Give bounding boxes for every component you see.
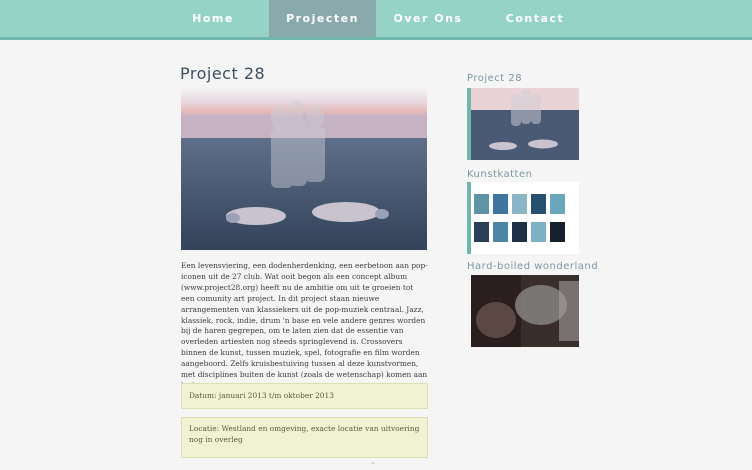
date-info-box: Datum: januari 2013 t/m oktober 2013	[181, 383, 428, 409]
main-navigation: Home Projecten Over Ons Contact	[0, 0, 752, 40]
project-hero-image	[181, 88, 427, 250]
nav-projecten[interactable]: Projecten	[269, 0, 376, 37]
sidebar-thumb-project-28[interactable]	[471, 88, 579, 160]
nav-home[interactable]: Home	[170, 0, 256, 37]
sidebar-project-title-kunstkatten[interactable]: Kunstkatten	[467, 169, 532, 180]
page-title: Project 28	[180, 64, 266, 83]
nav-contact[interactable]: Contact	[492, 0, 578, 37]
scroll-indicator-icon: ⌃	[369, 461, 377, 470]
location-info-box: Locatie: Westland en omgeving, exacte lo…	[181, 417, 428, 458]
date-text: Datum: januari 2013 t/m oktober 2013	[189, 391, 334, 400]
sidebar-project-title-hard-boiled-wonderland[interactable]: Hard-boiled wonderland	[467, 261, 598, 272]
location-text: Locatie: Westland en omgeving, exacte lo…	[189, 424, 420, 444]
sidebar-thumb-kunstkatten[interactable]	[471, 182, 579, 254]
sidebar-project-title-project-28[interactable]: Project 28	[467, 73, 522, 84]
sidebar-thumb-hard-boiled-wonderland[interactable]	[471, 275, 579, 347]
nav-over-ons[interactable]: Over Ons	[385, 0, 471, 37]
project-description: Een levensviering, een dodenherdenking, …	[181, 261, 428, 390]
